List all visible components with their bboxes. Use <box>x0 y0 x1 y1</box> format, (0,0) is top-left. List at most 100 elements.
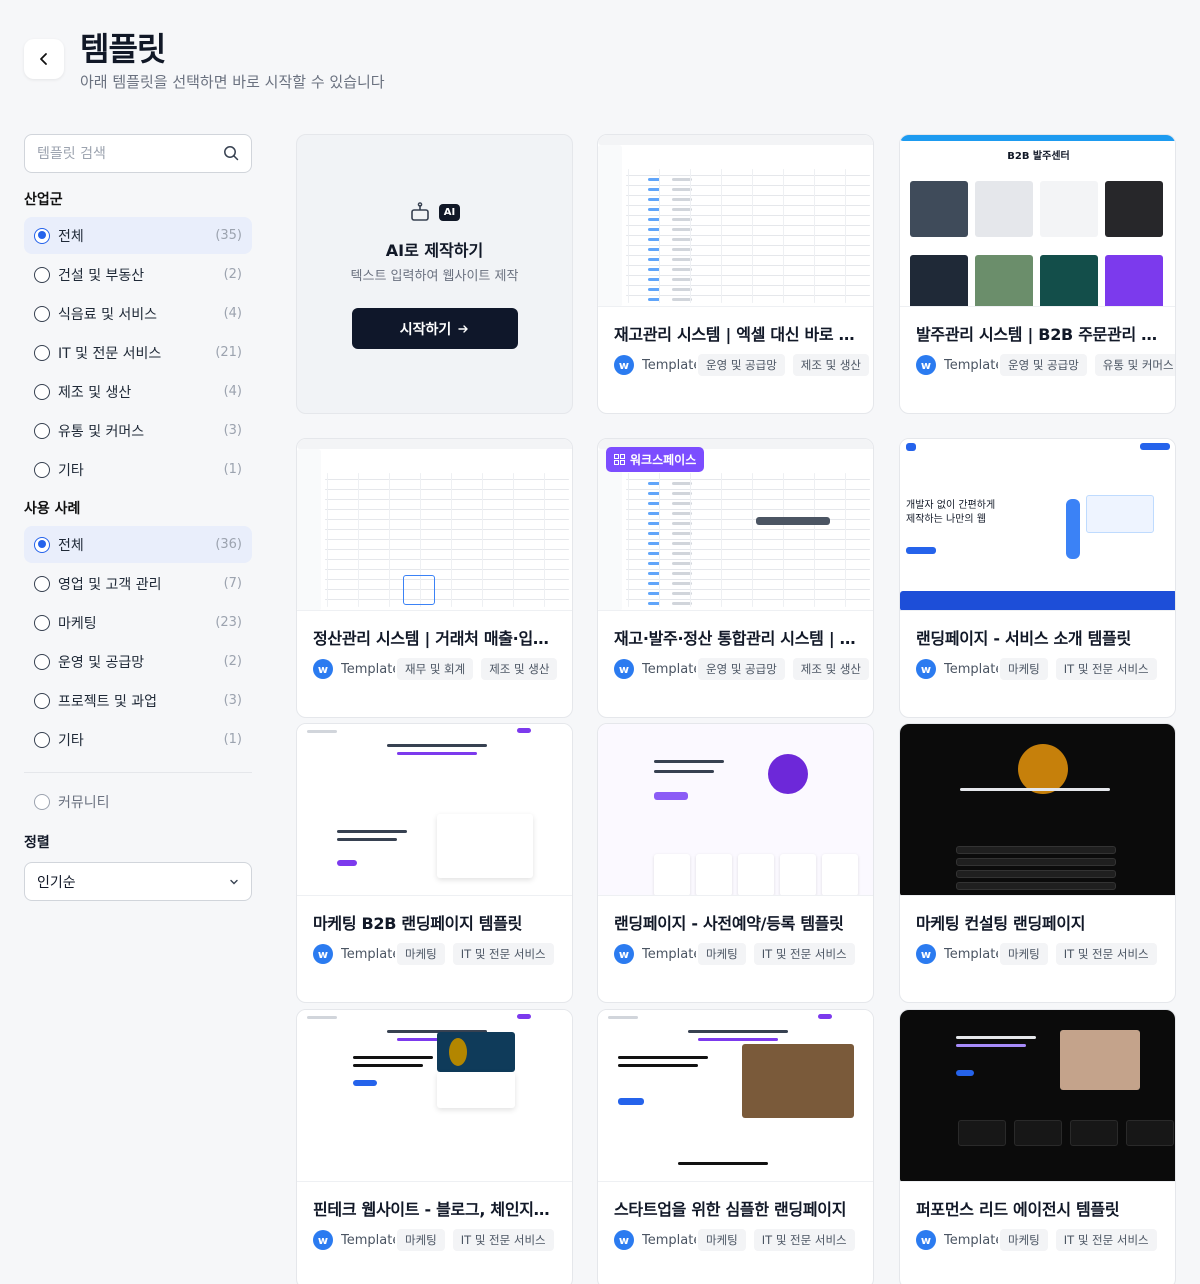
radio-button[interactable] <box>34 344 50 361</box>
filter-label: IT 및 전문 서비스 <box>58 345 162 362</box>
usecase-filter-option[interactable]: 마케팅 (23) <box>24 604 252 641</box>
template-card[interactable]: 핀테크 웹사이트 - 블로그, 체인지로그 w Template 마케팅 IT 및 전문… <box>296 1009 573 1284</box>
page-title: 템플릿 <box>80 30 166 68</box>
search-icon[interactable] <box>223 145 239 161</box>
usecase-filter-option[interactable]: 영업 및 고객 관리 (7) <box>24 565 252 602</box>
template-meta: w Template 마케팅 IT 및 전문 서비스 <box>916 942 1166 966</box>
radio-button[interactable] <box>34 383 50 400</box>
filter-count: (3) <box>223 423 242 438</box>
industry-filter-option[interactable]: 유통 및 커머스 (3) <box>24 412 252 449</box>
radio-button[interactable] <box>34 653 50 670</box>
usecase-filter-option[interactable]: 운영 및 공급망 (2) <box>24 643 252 680</box>
category-tag: 운영 및 공급망 <box>698 658 785 680</box>
brand-name: Template <box>944 661 998 677</box>
ai-card-title: AI로 제작하기 <box>385 241 484 260</box>
radio-button[interactable] <box>34 731 50 748</box>
filter-count: (4) <box>223 384 242 399</box>
filter-label: 전체 <box>58 537 84 554</box>
thumb-heading: B2B 발주센터 <box>1007 151 1070 162</box>
filter-count: (7) <box>223 576 242 591</box>
search-input[interactable] <box>25 135 215 172</box>
brand-logo-icon: w <box>614 944 634 964</box>
filter-count: (4) <box>223 306 242 321</box>
template-card[interactable]: 워크스페이스 재고·발주·정산 통합관리 시스템 | ERP w Template 운영… <box>597 438 874 718</box>
template-card[interactable]: 마케팅 B2B 랜딩페이지 템플릿 w Template 마케팅 IT 및 전문 서비스 <box>296 723 573 1003</box>
radio-button[interactable] <box>34 692 50 709</box>
radio-button[interactable] <box>34 614 50 631</box>
category-tag: IT 및 전문 서비스 <box>753 943 855 965</box>
robot-icon <box>410 202 429 221</box>
template-meta: w Template 마케팅 IT 및 전문 서비스 <box>614 1228 864 1252</box>
ai-create-card[interactable]: AI AI로 제작하기 텍스트 입력하여 웹사이트 제작 시작하기 <box>296 134 573 414</box>
category-tag: IT 및 전문 서비스 <box>1055 658 1157 680</box>
template-card[interactable]: B2B 발주센터발주관리 시스템 | B2B 주문관리 프로그램 w Templat… <box>899 134 1176 414</box>
industry-filter-option[interactable]: 제조 및 생산 (4) <box>24 373 252 410</box>
template-thumbnail <box>900 1010 1175 1182</box>
filter-label: 전체 <box>58 228 84 245</box>
industry-filter-list: 전체 (35) 건설 및 부동산 (2) 식음료 및 서비스 (4) IT 및 전문 서비스… <box>24 217 252 488</box>
filter-label: 유통 및 커머스 <box>58 423 145 440</box>
usecase-filter-option[interactable]: 프로젝트 및 과업 (3) <box>24 682 252 719</box>
radio-button[interactable] <box>34 793 50 810</box>
industry-filter-option[interactable]: 식음료 및 서비스 (4) <box>24 295 252 332</box>
community-filter[interactable]: 커뮤니티 <box>24 783 252 820</box>
category-tag: 마케팅 <box>1000 943 1048 965</box>
template-title: 스타트업을 위한 심플한 랜딩페이지 <box>614 1200 847 1219</box>
category-tag: 제조 및 생산 <box>792 354 870 376</box>
filter-label: 영업 및 고객 관리 <box>58 576 162 593</box>
filter-count: (35) <box>215 228 242 243</box>
template-thumbnail: 개발자 없이 간편하게 제작하는 나만의 웹 <box>900 439 1175 611</box>
template-title: 마케팅 B2B 랜딩페이지 템플릿 <box>313 914 523 933</box>
industry-filter-option[interactable]: IT 및 전문 서비스 (21) <box>24 334 252 371</box>
filter-count: (1) <box>223 732 242 747</box>
radio-button[interactable] <box>34 422 50 439</box>
template-card[interactable]: 스타트업을 위한 심플한 랜딩페이지 w Template 마케팅 IT 및 전문 서비… <box>597 1009 874 1284</box>
radio-button[interactable] <box>34 536 50 553</box>
page-subtitle: 아래 템플릿을 선택하면 바로 시작할 수 있습니다 <box>80 73 385 91</box>
template-meta: w Template 마케팅 IT 및 전문 서비스 <box>916 657 1166 681</box>
category-tag: 마케팅 <box>1000 658 1048 680</box>
category-tag: 마케팅 <box>397 943 445 965</box>
brand-name: Template <box>642 1232 696 1248</box>
industry-filter-option[interactable]: 전체 (35) <box>24 217 252 254</box>
category-tag: 재무 및 회계 <box>397 658 474 680</box>
ai-badge: AI <box>438 203 461 221</box>
template-meta: w Template 운영 및 공급망 제조 및 생산 <box>614 657 870 681</box>
template-thumbnail <box>297 439 572 611</box>
template-card[interactable]: 마케팅 컨설팅 랜딩페이지 w Template 마케팅 IT 및 전문 서비스 <box>899 723 1176 1003</box>
radio-button[interactable] <box>34 227 50 244</box>
template-thumbnail <box>297 724 572 896</box>
filter-label: 기타 <box>58 462 84 479</box>
template-thumbnail: B2B 발주센터 <box>900 135 1175 307</box>
sort-select[interactable]: 인기순 <box>24 862 252 901</box>
arrow-right-icon <box>458 324 468 333</box>
template-card[interactable]: 랜딩페이지 - 사전예약/등록 템플릿 w Template 마케팅 IT 및 전문 서… <box>597 723 874 1003</box>
radio-button[interactable] <box>34 266 50 283</box>
workspace-badge: 워크스페이스 <box>606 447 705 472</box>
usecase-filter-option[interactable]: 전체 (36) <box>24 526 252 563</box>
template-card[interactable]: 개발자 없이 간편하게 제작하는 나만의 웹 랜딩페이지 - 서비스 소개 템플릿… <box>899 438 1176 718</box>
back-button[interactable] <box>24 39 64 79</box>
brand-logo-icon: w <box>614 1230 634 1250</box>
radio-button[interactable] <box>34 461 50 478</box>
category-tag: 운영 및 공급망 <box>1000 354 1087 376</box>
template-meta: w Template 마케팅 IT 및 전문 서비스 <box>916 1228 1166 1252</box>
industry-filter-option[interactable]: 기타 (1) <box>24 451 252 488</box>
start-button[interactable]: 시작하기 <box>351 308 518 349</box>
template-card[interactable]: 퍼포먼스 리드 에이전시 템플릿 w Template 마케팅 IT 및 전문 서비스 <box>899 1009 1176 1284</box>
template-card[interactable]: 정산관리 시스템 | 거래처 매출·입금 관리 w Template 재무 및 회계 제… <box>296 438 573 718</box>
template-card[interactable]: 재고관리 시스템 | 엑셀 대신 바로 쓰는 재고관리 w Template운영 및… <box>597 134 874 414</box>
filter-count: (21) <box>215 345 242 360</box>
template-thumbnail <box>598 724 873 896</box>
usecase-filter-option[interactable]: 기타 (1) <box>24 721 252 758</box>
brand-name: Template <box>642 661 696 677</box>
sort-value: 인기순 <box>37 874 76 891</box>
template-thumbnail <box>297 1010 572 1182</box>
filter-label: 운영 및 공급망 <box>58 654 145 671</box>
radio-button[interactable] <box>34 575 50 592</box>
filter-count: (2) <box>223 267 242 282</box>
radio-button[interactable] <box>34 305 50 322</box>
usecase-group-title: 사용 사례 <box>24 501 81 517</box>
filter-count: (2) <box>223 654 242 669</box>
industry-filter-option[interactable]: 건설 및 부동산 (2) <box>24 256 252 293</box>
